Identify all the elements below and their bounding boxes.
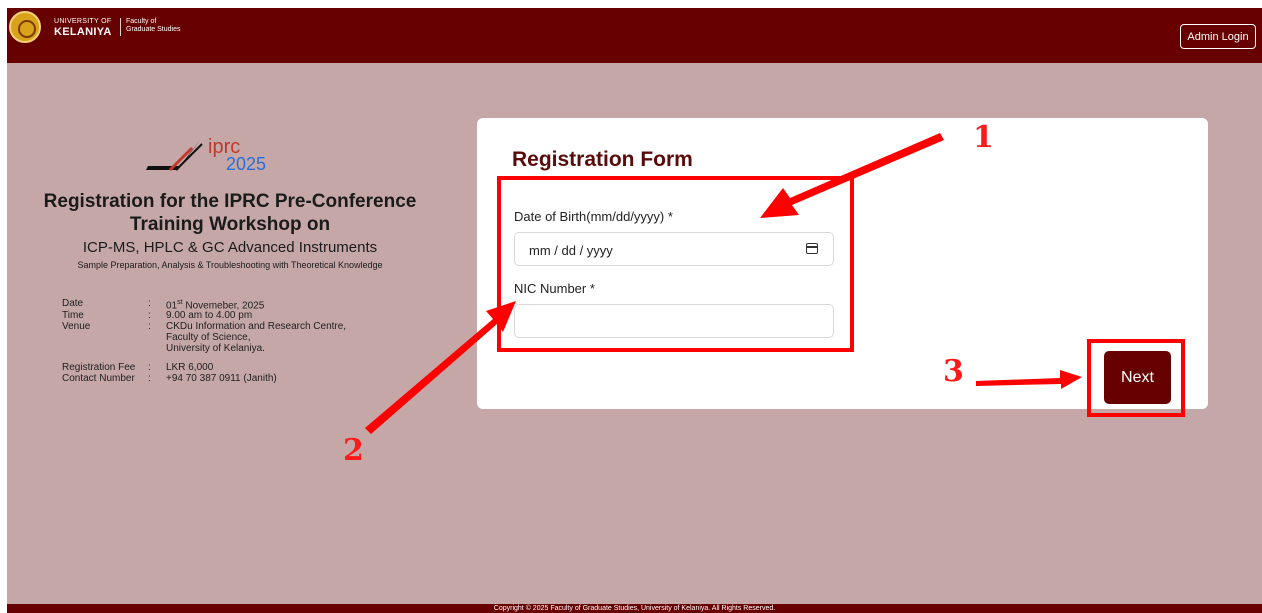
annotation-arrows	[365, 133, 1082, 434]
arrow-icon	[976, 370, 1082, 389]
annotation-step-1: 1	[973, 120, 994, 155]
annotation-step-2: 2	[343, 433, 364, 468]
footer: Copyright © 2025 Faculty of Graduate Stu…	[7, 604, 1262, 613]
footer-copyright: Copyright © 2025 Faculty of Graduate Stu…	[493, 605, 776, 612]
arrow-icon	[365, 301, 516, 434]
arrow-icon	[760, 133, 944, 218]
page: UNIVERSITY OF KELANIYA Faculty of Gradua…	[0, 0, 1262, 613]
annotation-step-3: 3	[943, 354, 964, 389]
